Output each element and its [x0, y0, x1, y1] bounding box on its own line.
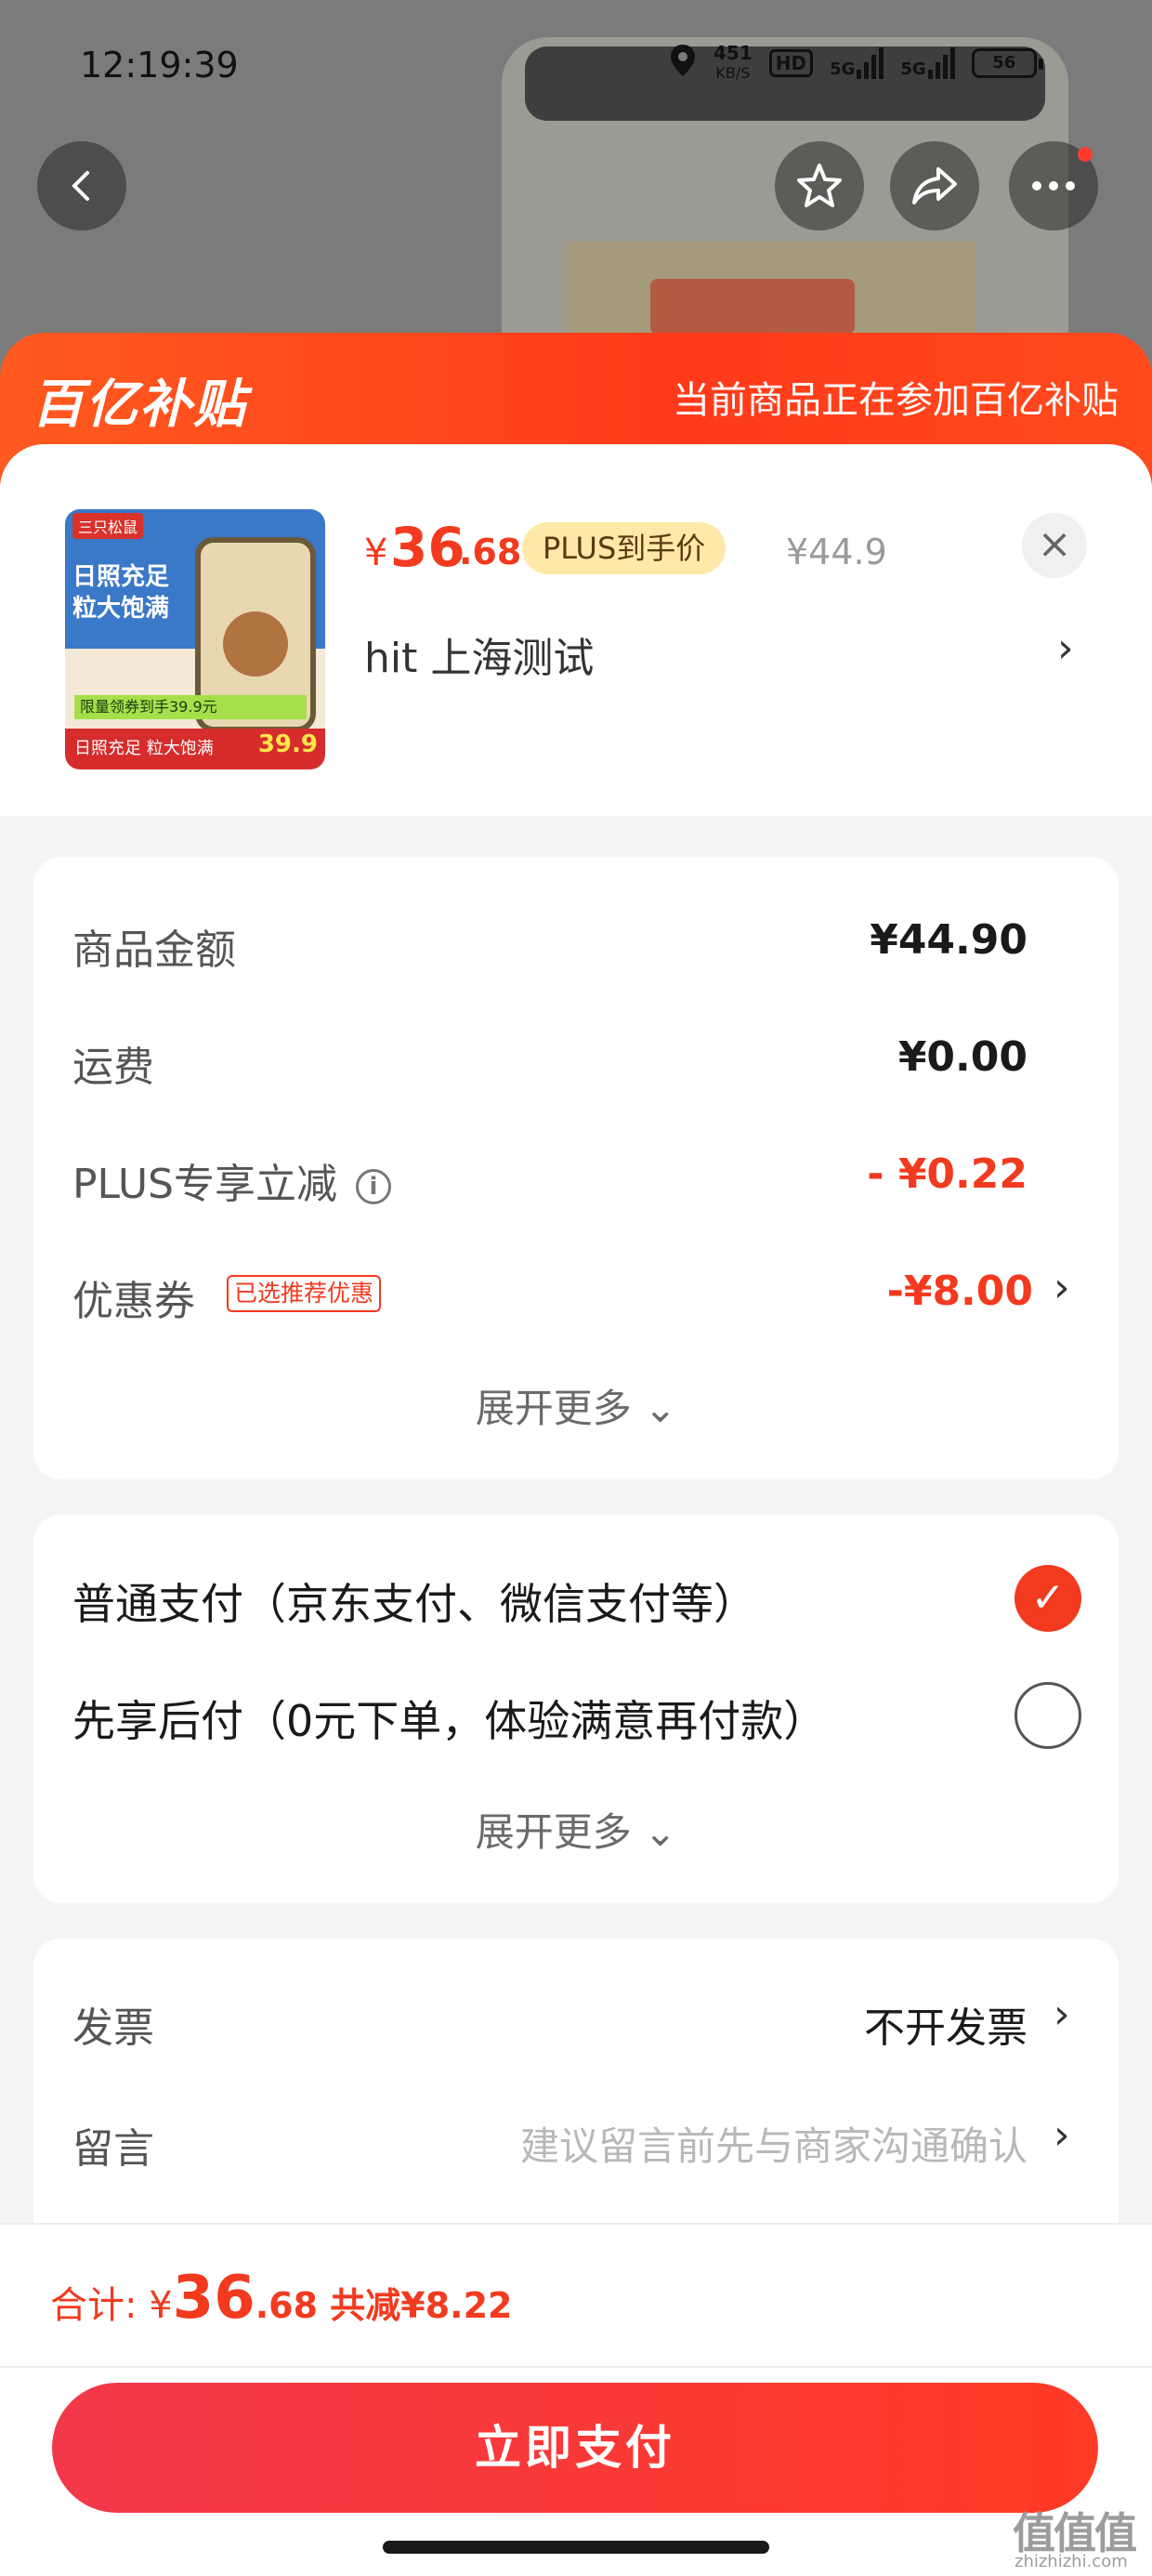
notification-dot	[1078, 147, 1093, 162]
message-input[interactable]: 建议留言前先与商家沟通确认	[520, 2115, 1028, 2172]
net-speed: 451 KB/S	[713, 44, 753, 83]
thumb-title-line2: 粒大饱满	[72, 595, 170, 623]
total-label: 合计:	[50, 2284, 150, 2327]
expand-more-payment[interactable]: 展开更多 ⌄	[0, 1801, 1152, 1858]
radio-unchecked-icon[interactable]	[1015, 1682, 1081, 1749]
back-button[interactable]	[37, 141, 126, 230]
product-thumbnail[interactable]: 三只松鼠 日照充足 粒大饱满 限量领券到手39.9元 日照充足 粒大饱满 39.…	[65, 509, 325, 769]
chevron-left-icon	[72, 171, 89, 201]
row-value-plus-discount: - ¥0.22	[867, 1150, 1028, 1198]
net-speed-value: 451	[713, 42, 753, 64]
price-decimal: .68	[459, 532, 522, 572]
thumb-coupon-strip: 限量领券到手39.9元	[74, 695, 307, 719]
total-currency: ¥	[149, 2284, 173, 2327]
signal-bars-icon	[927, 47, 955, 79]
radio-checked-icon[interactable]: ✓	[1015, 1565, 1081, 1632]
order-total: 合计: ¥36.68 共减¥8.22	[50, 2264, 512, 2333]
total-discount: 共减¥8.22	[318, 2285, 513, 2326]
total-integer: 36	[172, 2264, 255, 2333]
more-button[interactable]	[1009, 141, 1098, 230]
chevron-right-icon[interactable]: ›	[1057, 624, 1074, 672]
pay-now-button[interactable]: 立即支付	[52, 2383, 1098, 2513]
recommended-discount-tag: 已选推荐优惠	[227, 1275, 382, 1312]
battery-icon: 56	[971, 48, 1043, 78]
row-value-goods-amount: ¥44.90	[870, 916, 1028, 964]
product-jar-logo	[650, 279, 855, 335]
status-time: 12:19:39	[80, 45, 239, 85]
signal-5g-1: 5G	[830, 47, 884, 79]
invoice-message-card	[33, 1939, 1119, 2254]
status-icons: 451 KB/S HD 5G 5G 56	[669, 43, 1043, 84]
chevron-right-icon[interactable]: ›	[1054, 2111, 1070, 2159]
message-label: 留言	[72, 2125, 154, 2173]
location-icon	[669, 43, 697, 84]
row-label-coupon[interactable]: 优惠券	[72, 1268, 195, 1327]
row-value-coupon[interactable]: -¥8.00	[887, 1268, 1033, 1315]
info-icon[interactable]: i	[356, 1169, 391, 1204]
original-price: ¥44.9	[786, 532, 887, 572]
price-integer: 36	[390, 516, 465, 579]
chevron-right-icon[interactable]: ›	[1054, 1264, 1070, 1311]
more-dots-icon	[1032, 181, 1075, 191]
promo-banner-text: 当前商品正在参加百亿补贴	[673, 379, 1119, 422]
close-button[interactable]: ×	[1022, 513, 1087, 578]
watermark-url: zhizhizhi.com	[1015, 2552, 1128, 2571]
payment-option-normal[interactable]: 普通支付（京东支付、微信支付等）	[72, 1571, 756, 1632]
star-icon	[797, 164, 842, 207]
price-currency: ¥	[364, 532, 388, 574]
invoice-value[interactable]: 不开发票	[864, 1994, 1028, 2054]
divider	[0, 2366, 1152, 2368]
net-speed-unit: KB/S	[715, 64, 751, 82]
thumb-brand: 三只松鼠	[72, 513, 144, 539]
thumb-title-line1: 日照充足	[72, 563, 170, 591]
thumb-title: 日照充足 粒大饱满	[72, 561, 169, 624]
signal-label: 5G	[830, 59, 856, 79]
expand-more-summary[interactable]: 展开更多 ⌄	[0, 1377, 1152, 1434]
favorite-button[interactable]	[775, 141, 864, 230]
row-plus-discount: PLUS专享立减 i	[72, 1150, 391, 1210]
row-value-shipping: ¥0.00	[897, 1033, 1028, 1081]
thumb-squirrel	[223, 611, 288, 677]
row-label-shipping: 运费	[72, 1044, 154, 1091]
signal-5g-2: 5G	[900, 47, 955, 79]
thumb-price: 39.9	[257, 730, 318, 758]
delivery-address[interactable]: hit 上海测试	[364, 624, 594, 684]
invoice-label: 发票	[72, 2004, 154, 2052]
share-button[interactable]	[890, 141, 979, 230]
home-indicator[interactable]	[383, 2541, 769, 2554]
row-label-goods-amount: 商品金额	[72, 927, 236, 974]
signal-label: 5G	[900, 59, 926, 79]
hd-badge: HD	[768, 49, 814, 77]
total-decimal: .68	[255, 2285, 319, 2326]
plus-price-tag: PLUS到手价	[522, 522, 727, 574]
promo-logo: 百亿补贴	[32, 375, 247, 435]
payment-option-pay-later[interactable]: 先享后付（0元下单，体验满意再付款）	[72, 1688, 826, 1749]
chevron-right-icon[interactable]: ›	[1054, 1991, 1070, 2038]
share-icon	[912, 167, 957, 204]
row-label-plus-discount: PLUS专享立减	[72, 1161, 337, 1208]
signal-bars-icon	[857, 47, 884, 79]
